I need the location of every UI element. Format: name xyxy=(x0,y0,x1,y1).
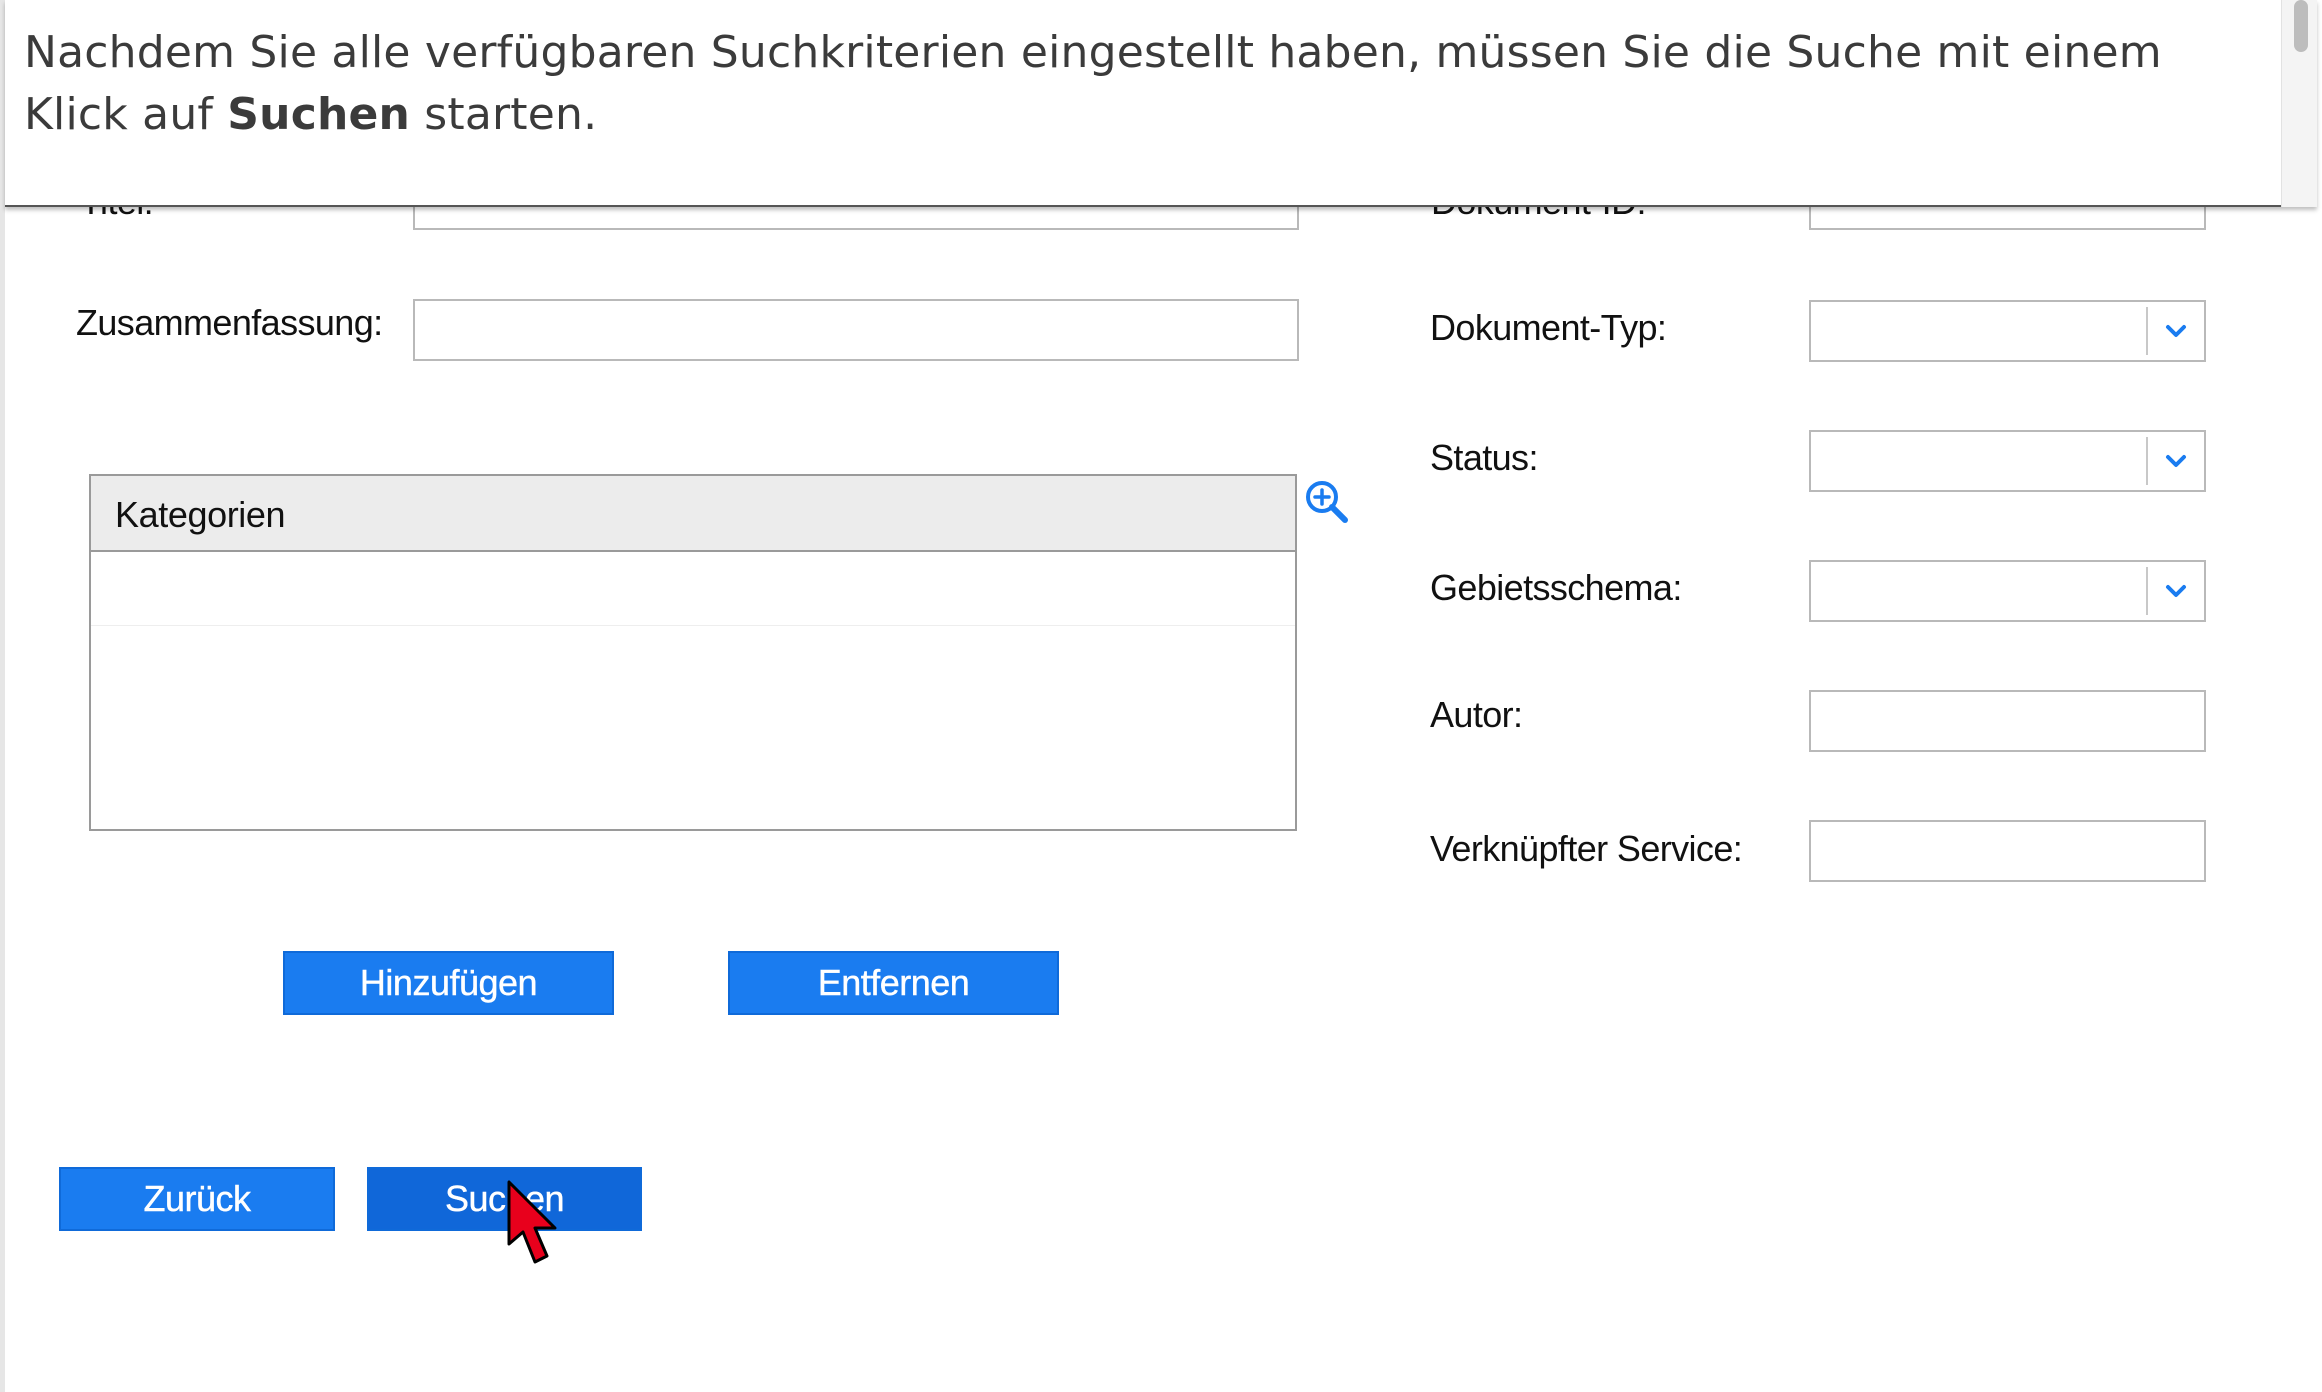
instruction-text: Nachdem Sie alle verfügbaren Suchkriteri… xyxy=(24,22,2264,146)
verknuepfter-service-label: Verknüpfter Service: xyxy=(1430,828,1743,869)
banner-scrollbar[interactable] xyxy=(2281,0,2317,207)
table-row[interactable] xyxy=(91,554,1295,626)
zusammenfassung-label: Zusammenfassung: xyxy=(76,302,383,343)
zusammenfassung-input[interactable] xyxy=(413,299,1299,361)
select-divider xyxy=(2146,307,2148,355)
dokument-typ-label: Dokument-Typ: xyxy=(1430,307,1667,348)
chevron-down-icon xyxy=(2166,325,2186,337)
status-select[interactable] xyxy=(1809,430,2206,492)
dokument-typ-select[interactable] xyxy=(1809,300,2206,362)
verknuepfter-service-input[interactable] xyxy=(1809,820,2206,882)
select-divider xyxy=(2146,437,2148,485)
gebietsschema-label: Gebietsschema: xyxy=(1430,567,1682,608)
zoom-in-icon[interactable] xyxy=(1302,477,1352,527)
chevron-down-icon xyxy=(2166,455,2186,467)
back-button[interactable]: Zurück xyxy=(59,1167,335,1231)
instruction-banner: Nachdem Sie alle verfügbaren Suchkriteri… xyxy=(5,0,2317,207)
autor-input[interactable] xyxy=(1809,690,2206,752)
remove-button[interactable]: Entfernen xyxy=(728,951,1059,1015)
categories-table-header: Kategorien xyxy=(91,476,1295,552)
categories-header-label: Kategorien xyxy=(115,494,286,535)
gebietsschema-select[interactable] xyxy=(1809,560,2206,622)
window-edge xyxy=(0,0,5,1392)
scrollbar-thumb[interactable] xyxy=(2294,0,2308,52)
instruction-text-emphasis: Suchen xyxy=(227,89,411,140)
status-label: Status: xyxy=(1430,437,1538,478)
categories-table: Kategorien xyxy=(89,474,1297,831)
chevron-down-icon xyxy=(2166,585,2186,597)
mouse-pointer-icon xyxy=(507,1180,557,1264)
instruction-text-end: starten. xyxy=(410,89,598,140)
screen: Titel: Dokument-ID: Zusammenfassung: Dok… xyxy=(0,0,2322,1392)
add-button[interactable]: Hinzufügen xyxy=(283,951,614,1015)
select-divider xyxy=(2146,567,2148,615)
autor-label: Autor: xyxy=(1430,694,1523,735)
